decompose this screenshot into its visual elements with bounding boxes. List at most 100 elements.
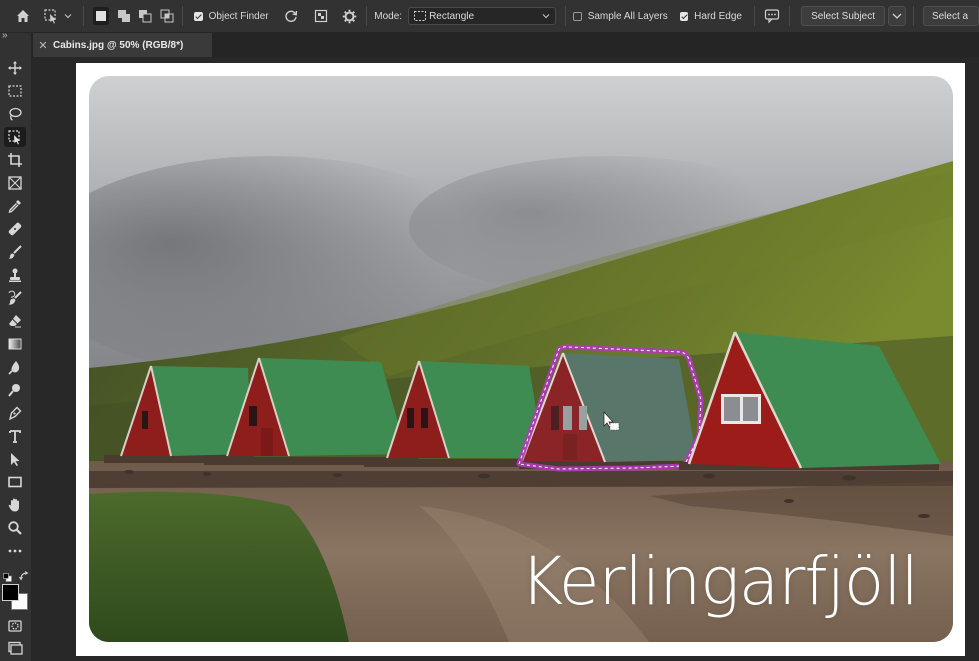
history-brush-tool-icon xyxy=(8,290,22,305)
document-tab[interactable]: ✕ Cabins.jpg @ 50% (RGB/8*) xyxy=(33,33,212,57)
more-tools-icon xyxy=(8,549,22,553)
new-selection-button[interactable] xyxy=(92,7,110,25)
eyedropper-tool-icon xyxy=(8,200,21,213)
select-subject-label: Select Subject xyxy=(811,10,876,22)
history-brush-tool[interactable] xyxy=(4,288,26,308)
sample-all-layers-checkbox[interactable] xyxy=(573,11,582,21)
healing-brush-tool-icon xyxy=(8,222,22,236)
object-selection-icon xyxy=(44,9,57,24)
eraser-tool-icon xyxy=(9,315,21,328)
feedback-icon xyxy=(764,9,780,24)
quick-mask-button[interactable] xyxy=(4,616,26,636)
refresh-icon xyxy=(285,10,297,22)
type-tool[interactable] xyxy=(4,426,26,446)
divider xyxy=(565,6,567,26)
gear-icon xyxy=(342,9,356,23)
blur-tool-icon xyxy=(8,361,20,375)
divider xyxy=(82,6,84,26)
divider xyxy=(913,6,914,26)
screen-mode-button[interactable] xyxy=(4,638,26,658)
object-finder-label: Object Finder xyxy=(208,10,269,22)
intersect-selection-button[interactable] xyxy=(159,7,176,25)
rectangle-tool[interactable] xyxy=(4,472,26,492)
object-selection-tool[interactable] xyxy=(4,127,26,147)
more-tools-button[interactable] xyxy=(4,541,26,561)
marquee-tool[interactable] xyxy=(4,81,26,101)
hard-edge-label: Hard Edge xyxy=(694,10,742,22)
tool-preset-picker[interactable] xyxy=(39,5,76,27)
subtract-selection-icon xyxy=(139,10,152,23)
send-feedback-button[interactable] xyxy=(762,5,782,27)
blur-tool[interactable] xyxy=(4,357,26,377)
type-tool-icon xyxy=(9,430,21,443)
pen-tool-icon xyxy=(8,406,22,421)
settings-button[interactable] xyxy=(339,5,359,27)
dodge-tool-icon xyxy=(8,384,20,397)
refresh-object-finder-button[interactable] xyxy=(281,5,301,27)
crop-tool[interactable] xyxy=(4,150,26,170)
object-selection-tool-icon xyxy=(8,130,20,145)
chevron-down-icon xyxy=(542,14,550,19)
mode-dropdown[interactable]: Rectangle xyxy=(408,7,557,25)
brush-tool[interactable] xyxy=(4,242,26,262)
close-tab-icon[interactable]: ✕ xyxy=(33,39,53,52)
divider xyxy=(789,6,791,26)
hand-tool-icon xyxy=(8,498,19,512)
select-and-mask-button[interactable]: Select a xyxy=(922,6,979,26)
rectangle-tool-icon xyxy=(8,476,22,488)
healing-brush-tool[interactable] xyxy=(4,219,26,239)
tools-panel: » xyxy=(0,30,32,661)
home-button[interactable] xyxy=(6,5,39,27)
foreground-color-swatch[interactable] xyxy=(2,584,19,601)
sample-all-layers-label: Sample All Layers xyxy=(587,10,668,22)
pen-tool[interactable] xyxy=(4,403,26,423)
subtract-from-selection-button[interactable] xyxy=(137,7,154,25)
move-tool[interactable] xyxy=(4,58,26,78)
chevron-down-icon xyxy=(64,14,72,19)
select-subject-dropdown[interactable] xyxy=(888,6,907,26)
cabins-photo[interactable]: Kerlingarfjöll xyxy=(89,76,953,642)
hard-edge-checkbox[interactable] xyxy=(679,11,689,21)
gradient-tool-icon xyxy=(8,338,22,350)
dodge-tool[interactable] xyxy=(4,380,26,400)
new-selection-icon xyxy=(96,11,107,21)
lasso-tool[interactable] xyxy=(4,104,26,124)
divider xyxy=(753,6,755,26)
show-all-objects-button[interactable] xyxy=(311,5,331,27)
eraser-tool[interactable] xyxy=(4,311,26,331)
eyedropper-tool[interactable] xyxy=(4,196,26,216)
mode-value: Rectangle xyxy=(429,10,475,22)
document-tab-bar: ✕ Cabins.jpg @ 50% (RGB/8*) xyxy=(0,33,979,57)
select-and-mask-label: Select a xyxy=(931,10,969,22)
path-selection-tool[interactable] xyxy=(4,449,26,469)
divider xyxy=(182,6,184,26)
clone-stamp-tool[interactable] xyxy=(4,265,26,285)
add-to-selection-button[interactable] xyxy=(115,7,132,25)
rectangle-marquee-icon xyxy=(414,11,427,21)
object-finder-checkbox[interactable] xyxy=(194,11,203,21)
frame-tool[interactable] xyxy=(4,173,26,193)
show-objects-icon xyxy=(314,9,328,23)
default-colors-icon[interactable] xyxy=(3,569,12,582)
clone-stamp-tool-icon xyxy=(9,268,21,282)
swap-colors-icon[interactable] xyxy=(19,568,29,581)
crop-tool-icon xyxy=(8,153,22,167)
frame-tool-icon xyxy=(8,176,22,190)
location-watermark-text: Kerlingarfjöll xyxy=(519,543,919,620)
select-subject-button[interactable]: Select Subject xyxy=(801,6,886,26)
collapse-panel-button[interactable]: » xyxy=(2,30,8,41)
zoom-tool-icon xyxy=(8,521,22,535)
home-icon xyxy=(16,10,29,22)
zoom-tool[interactable] xyxy=(4,518,26,538)
marquee-tool-icon xyxy=(8,85,22,97)
hand-tool[interactable] xyxy=(4,495,26,515)
move-tool-icon xyxy=(8,61,22,75)
quick-mask-icon xyxy=(8,620,22,632)
chevron-down-icon xyxy=(892,13,902,19)
screen-mode-icon xyxy=(8,641,23,655)
lasso-tool-icon xyxy=(9,107,22,121)
path-selection-tool-icon xyxy=(11,453,20,466)
document-tab-title: Cabins.jpg @ 50% (RGB/8*) xyxy=(53,39,184,51)
gradient-tool[interactable] xyxy=(4,334,26,354)
add-selection-icon xyxy=(117,10,130,22)
